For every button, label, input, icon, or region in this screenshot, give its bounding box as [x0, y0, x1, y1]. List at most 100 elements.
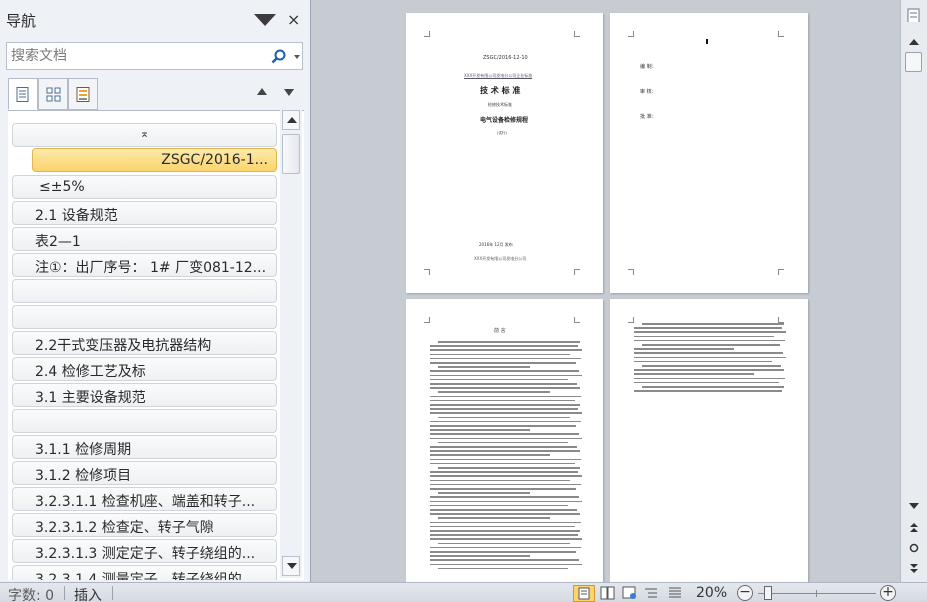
- browse-object-icon[interactable]: [906, 541, 922, 555]
- text-line: [430, 395, 581, 398]
- text-line: [430, 446, 577, 448]
- word-count[interactable]: 字数: 0: [8, 585, 54, 602]
- text-line: [634, 339, 785, 342]
- document-vertical-scrollbar[interactable]: [900, 0, 927, 582]
- text-line: [438, 467, 580, 469]
- doc-cover-title: 技 术 标 准: [480, 86, 521, 95]
- sign-row-prepared: 编 制：: [640, 64, 657, 70]
- outline-view-icon[interactable]: [644, 586, 660, 600]
- text-line: [430, 437, 582, 440]
- tab-results[interactable]: [68, 78, 98, 110]
- scroll-down-icon[interactable]: [906, 500, 922, 514]
- web-layout-icon[interactable]: [622, 586, 638, 600]
- full-screen-reading-icon[interactable]: [600, 586, 616, 600]
- page-thumbnail-3[interactable]: 前 言: [406, 299, 603, 582]
- zoom-slider-thumb[interactable]: [764, 586, 773, 600]
- print-layout-icon[interactable]: [573, 585, 595, 602]
- heading-item[interactable]: 3.2.3.1.1 检查机座、端盖和转子...: [12, 487, 277, 511]
- text-line: [430, 420, 581, 423]
- heading-item[interactable]: 3.2.3.1.3 测定定子、转子绕组的...: [12, 539, 277, 563]
- text-line: [430, 349, 582, 351]
- text-line: [438, 492, 530, 494]
- text-line: [430, 362, 576, 364]
- text-line: [438, 441, 568, 444]
- heading-item-empty[interactable]: [12, 409, 277, 433]
- previous-result-icon[interactable]: [257, 88, 267, 95]
- nav-header: 导航 ×: [0, 8, 311, 34]
- text-line: [430, 504, 568, 507]
- zoom-out-button[interactable]: −: [737, 585, 753, 601]
- page-thumbnail-2[interactable]: 编 制： 审 核： 批 准：: [610, 13, 808, 293]
- text-line: [430, 488, 576, 490]
- heading-item[interactable]: 3.2.3.1.2 检查定、转子气隙: [12, 513, 277, 537]
- crop-mark: [628, 269, 634, 275]
- nav-options-arrow-icon[interactable]: [254, 14, 276, 26]
- zoom-slider-track[interactable]: [758, 593, 876, 594]
- text-line: [430, 551, 576, 553]
- search-box[interactable]: [6, 42, 303, 70]
- heading-item-empty[interactable]: [12, 305, 277, 329]
- text-line: [438, 517, 550, 519]
- next-page-icon[interactable]: [906, 562, 922, 576]
- tab-pages[interactable]: [38, 78, 68, 110]
- crop-mark: [574, 31, 580, 37]
- heading-item[interactable]: 注①：出厂序号： 1# 厂变081-12...: [12, 253, 277, 277]
- page-thumbnail-4[interactable]: [610, 299, 808, 582]
- collapse-all-button[interactable]: ⌅: [12, 123, 277, 147]
- doc-issuer: XXX开发有限公司发电分公司: [474, 256, 527, 261]
- previous-page-icon[interactable]: [906, 520, 922, 534]
- search-options-icon[interactable]: [294, 55, 300, 59]
- text-line: [642, 344, 780, 346]
- tab-headings[interactable]: [8, 78, 38, 110]
- crop-mark: [574, 317, 580, 323]
- text-line: [430, 563, 582, 566]
- text-cursor: [706, 39, 708, 44]
- text-line: [430, 496, 579, 498]
- doc-org: XXX开发有限公司发电分公司企业标准: [464, 73, 533, 78]
- scroll-up-arrow-icon[interactable]: [282, 110, 300, 130]
- heading-item-selected[interactable]: ZSGC/2016-1...: [32, 148, 277, 172]
- text-line: [634, 356, 786, 359]
- nav-close-icon[interactable]: ×: [287, 10, 300, 29]
- heading-item[interactable]: 表2—1: [12, 227, 277, 251]
- heading-item-empty[interactable]: [12, 279, 277, 303]
- draft-view-icon[interactable]: [668, 586, 684, 600]
- text-line: [642, 386, 784, 388]
- text-line: [430, 475, 582, 477]
- zoom-level[interactable]: 20%: [696, 585, 727, 601]
- scroll-up-icon[interactable]: [906, 36, 922, 50]
- heading-item[interactable]: ≤±5%: [12, 175, 277, 199]
- search-input[interactable]: [11, 46, 266, 66]
- text-line: [430, 450, 580, 452]
- text-line: [634, 327, 782, 329]
- heading-item[interactable]: 2.2干式变压器及电抗器结构: [12, 331, 277, 355]
- insert-mode[interactable]: 插入: [74, 585, 102, 602]
- text-line: [430, 513, 580, 515]
- heading-item[interactable]: 2.4 检修工艺及标: [12, 357, 277, 381]
- heading-item[interactable]: 3.2.3.1.4 测量定子、转子绕组的...: [12, 565, 277, 580]
- view-tabs: [8, 78, 100, 110]
- headings-scrollbar[interactable]: [280, 110, 302, 578]
- scroll-down-arrow-icon[interactable]: [282, 556, 300, 576]
- page-thumbnail-1[interactable]: ZSGC/2016-12-10 XXX开发有限公司发电分公司企业标准 技 术 标…: [406, 13, 603, 293]
- heading-item[interactable]: 2.1 设备规范: [12, 201, 277, 225]
- crop-mark: [628, 31, 634, 37]
- scroll-thumb[interactable]: [282, 134, 300, 174]
- text-line: [438, 542, 570, 545]
- text-line: [634, 369, 784, 371]
- heading-item[interactable]: 3.1.1 检修周期: [12, 435, 277, 459]
- sign-row-approved: 批 准：: [640, 114, 657, 120]
- heading-item[interactable]: 3.1 主要设备规范: [12, 383, 277, 407]
- text-line: [634, 348, 734, 350]
- text-line: [634, 360, 772, 363]
- zoom-in-button[interactable]: +: [880, 585, 896, 601]
- crop-mark: [778, 31, 784, 37]
- text-line: [634, 381, 779, 384]
- heading-item[interactable]: 3.1.2 检修项目: [12, 461, 277, 485]
- document-area[interactable]: ZSGC/2016-12-10 XXX开发有限公司发电分公司企业标准 技 术 标…: [312, 0, 900, 582]
- ruler-toggle-icon[interactable]: [906, 8, 922, 22]
- search-icon[interactable]: [270, 48, 288, 66]
- text-line: [430, 538, 582, 540]
- next-result-icon[interactable]: [284, 89, 294, 96]
- document-scroll-thumb[interactable]: [905, 52, 922, 72]
